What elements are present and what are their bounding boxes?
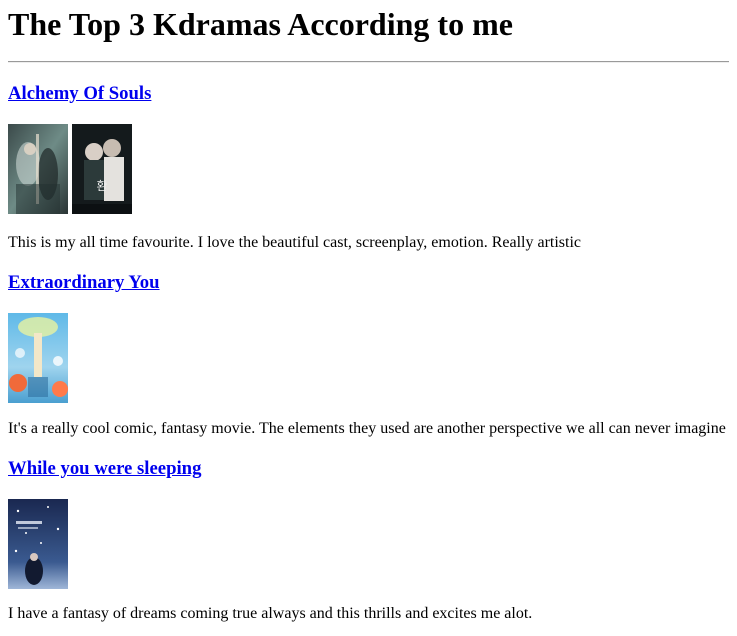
while-you-were-sleeping-poster [8, 499, 68, 589]
drama-link-alchemy-of-souls[interactable]: Alchemy Of Souls [8, 83, 151, 104]
poster-group [8, 313, 729, 403]
drama-section-alchemy-of-souls: Alchemy Of Souls 환 This is my all time f… [8, 83, 729, 252]
drama-description: I have a fantasy of dreams coming true a… [8, 605, 533, 622]
page: The Top 3 Kdramas According to me Alchem… [0, 0, 737, 623]
poster-group: 환 [8, 124, 729, 214]
drama-heading: Extraordinary You [8, 272, 729, 294]
drama-heading: Alchemy Of Souls [8, 83, 729, 105]
drama-heading: While you were sleeping [8, 458, 729, 480]
drama-description: It's a really cool comic, fantasy movie.… [8, 420, 726, 437]
drama-link-while-you-were-sleeping[interactable]: While you were sleeping [8, 458, 201, 479]
alchemy-of-souls-poster-1 [8, 124, 68, 214]
drama-section-while-you-were-sleeping: While you were sleeping I have a fantasy… [8, 458, 729, 623]
divider [8, 61, 729, 63]
drama-description: This is my all time favourite. I love th… [8, 234, 582, 251]
page-title: The Top 3 Kdramas According to me [8, 6, 513, 42]
svg-text:환: 환 [96, 179, 107, 193]
poster-group [8, 499, 729, 589]
alchemy-of-souls-poster-2: 환 [72, 124, 132, 214]
drama-section-extraordinary-you: Extraordinary You It's a really cool com… [8, 272, 729, 438]
extraordinary-you-poster [8, 313, 68, 403]
drama-link-extraordinary-you[interactable]: Extraordinary You [8, 272, 160, 293]
